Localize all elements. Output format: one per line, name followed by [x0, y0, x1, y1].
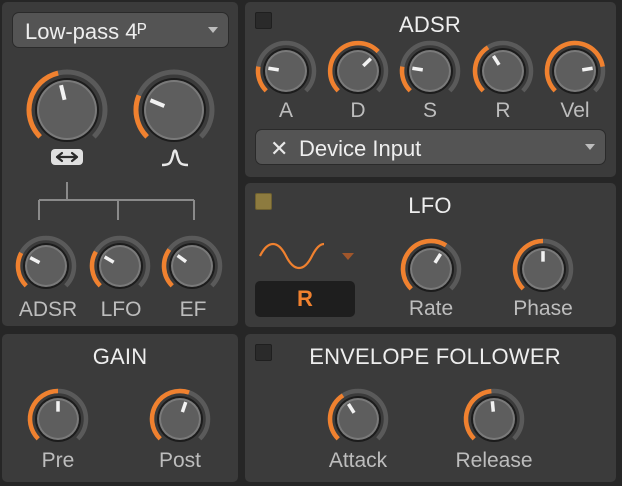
mod-ef-label: EF	[179, 298, 207, 321]
adsr-enable-toggle[interactable]	[255, 12, 272, 29]
mod-adsr-knob[interactable]	[14, 234, 78, 298]
gain-title: GAIN	[92, 344, 148, 369]
adsr-release-knob[interactable]	[471, 39, 535, 103]
mod-adsr-label: ADSR	[18, 298, 78, 321]
lfo-phase-knob[interactable]	[511, 237, 575, 301]
adsr-panel: ADSR A D S R Vel ✕ Device Input	[245, 2, 616, 177]
adsr-title: ADSR	[399, 12, 461, 37]
lfo-rate-knob[interactable]	[399, 237, 463, 301]
mod-lfo-label: LFO	[100, 298, 142, 321]
adsr-sustain-knob[interactable]	[398, 39, 462, 103]
adsr-sustain-label: S	[422, 99, 437, 122]
gain-post-label: Post	[158, 449, 202, 472]
adsr-attack-knob[interactable]	[254, 39, 318, 103]
sine-wave-icon[interactable]	[258, 238, 358, 279]
gain-pre-label: Pre	[41, 449, 75, 472]
ef-attack-knob[interactable]	[326, 387, 390, 451]
mod-ef-knob[interactable]	[160, 234, 224, 298]
adsr-velocity-knob[interactable]	[543, 39, 607, 103]
gain-pre-knob[interactable]	[26, 387, 90, 451]
adsr-release-label: R	[495, 99, 511, 122]
device-input-label: Device Input	[299, 136, 422, 161]
clear-icon[interactable]: ✕	[270, 136, 288, 162]
lfo-panel: LFO R Rate Phase	[245, 183, 616, 327]
lfo-retrigger-button[interactable]: R	[255, 281, 355, 317]
gain-panel: GAIN Pre Post	[2, 334, 238, 482]
lfo-title: LFO	[408, 193, 452, 218]
adsr-decay-label: D	[350, 99, 366, 122]
adsr-attack-label: A	[278, 99, 293, 122]
ef-release-label: Release	[455, 449, 533, 472]
ef-attack-label: Attack	[328, 449, 388, 472]
lfo-rate-label: Rate	[408, 297, 454, 320]
adsr-decay-knob[interactable]	[326, 39, 390, 103]
mod-lfo-knob[interactable]	[88, 234, 152, 298]
lfo-enable-toggle[interactable]	[255, 193, 272, 210]
gain-post-knob[interactable]	[148, 387, 212, 451]
lfo-phase-label: Phase	[513, 297, 573, 320]
ef-release-knob[interactable]	[462, 387, 526, 451]
adsr-velocity-label: Vel	[560, 99, 590, 122]
device-input-dropdown[interactable]: ✕ Device Input	[255, 129, 606, 165]
envelope-follower-panel: ENVELOPE FOLLOWER Attack Release	[245, 334, 616, 482]
filter-panel: Low-pass 4ᴾ ADSR LFO EF	[2, 2, 238, 326]
lfo-retrigger-label: R	[297, 286, 313, 311]
chevron-down-icon	[585, 144, 595, 150]
envelope-follower-title: ENVELOPE FOLLOWER	[309, 344, 561, 369]
